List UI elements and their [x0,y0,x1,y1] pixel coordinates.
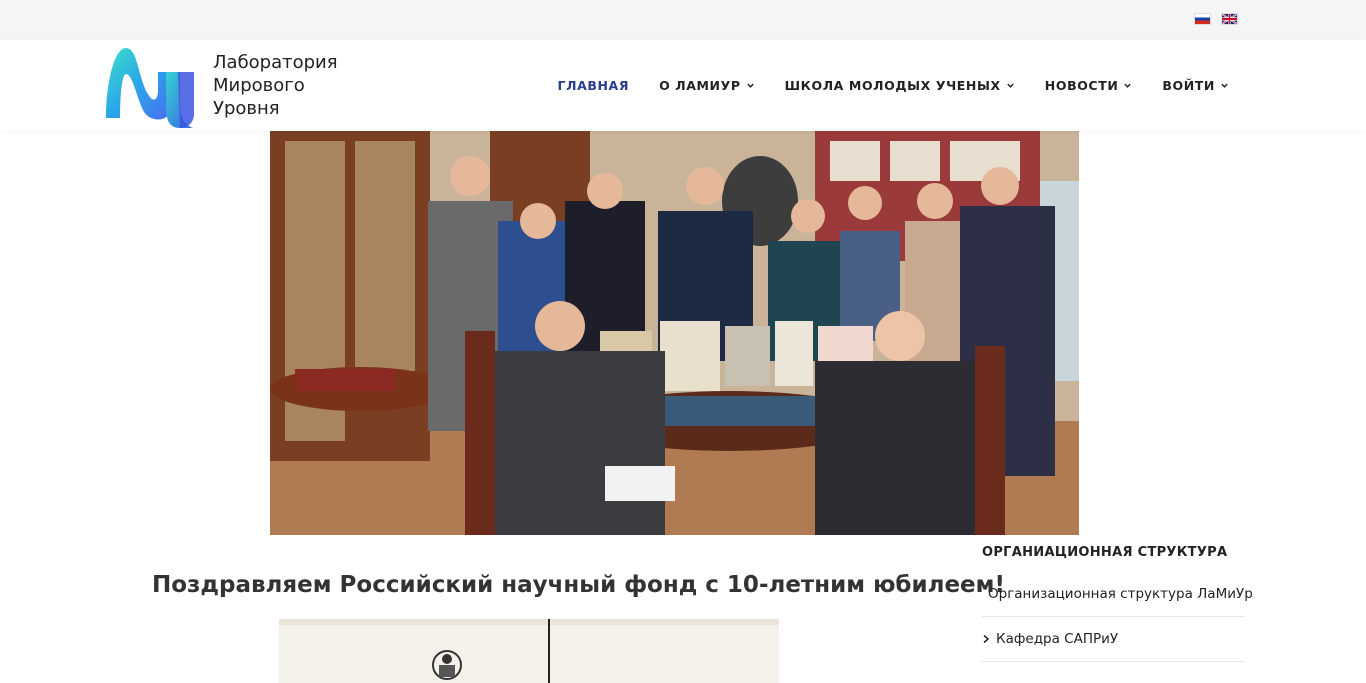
chevron-right-icon [983,634,990,644]
nav-home-label: ГЛАВНАЯ [557,78,630,93]
logo-line-2: Мирового [213,75,305,96]
document-image [279,619,779,683]
site-logo[interactable]: Лаборатория Мирового Уровня [104,44,354,128]
logo-text: Лаборатория Мирового Уровня [213,51,338,120]
widget-list: Организационная структура ЛаМиУр Кафедра… [982,571,1253,662]
logo-mark-icon [106,48,194,128]
nav-about-label: О ЛАМИУР [659,78,741,93]
hero-photo [270,131,1079,535]
post-title[interactable]: Поздравляем Российский научный фонд с 10… [152,572,1005,598]
flag-en-icon[interactable] [1221,13,1238,25]
document-scan-image [279,619,779,683]
chevron-down-icon [1124,83,1132,88]
list-item-label: Организационная структура ЛаМиУр [988,585,1253,602]
flag-ru-icon[interactable] [1194,13,1211,25]
nav-news[interactable]: НОВОСТИ [1045,78,1133,93]
nav-school[interactable]: ШКОЛА МОЛОДЫХ УЧЕНЫХ [785,78,1015,93]
logo-line-3: Уровня [213,98,280,119]
chevron-down-icon [746,83,754,88]
nav-news-label: НОВОСТИ [1044,78,1119,93]
chevron-down-icon [1221,83,1228,88]
top-bar [0,0,1366,40]
sidebar: ОРГАНИАЦИОННАЯ СТРУКТУРА Организационная… [982,540,1253,662]
nav-home[interactable]: ГЛАВНАЯ [558,78,630,93]
nav-about[interactable]: О ЛАМИУР [659,78,755,93]
list-item-label: Кафедра САПРиУ [996,631,1119,647]
nav-login[interactable]: ВОЙТИ [1162,78,1229,93]
chevron-down-icon [1007,83,1014,88]
nav-school-label: ШКОЛА МОЛОДЫХ УЧЕНЫХ [784,78,1001,93]
list-item[interactable]: Организационная структура ЛаМиУр [982,571,1253,617]
main-nav: ГЛАВНАЯ О ЛАМИУР ШКОЛА МОЛОДЫХ УЧЕНЫХ НО… [528,40,1229,131]
list-item[interactable]: Кафедра САПРиУ [982,617,1245,662]
site-header: Лаборатория Мирового Уровня ГЛАВНАЯ О ЛА… [0,40,1366,131]
widget-title: ОРГАНИАЦИОННАЯ СТРУКТУРА [982,545,1228,560]
logo-line-1: Лаборатория [213,52,338,73]
group-photo-image [270,131,1079,535]
nav-login-label: ВОЙТИ [1162,78,1215,93]
